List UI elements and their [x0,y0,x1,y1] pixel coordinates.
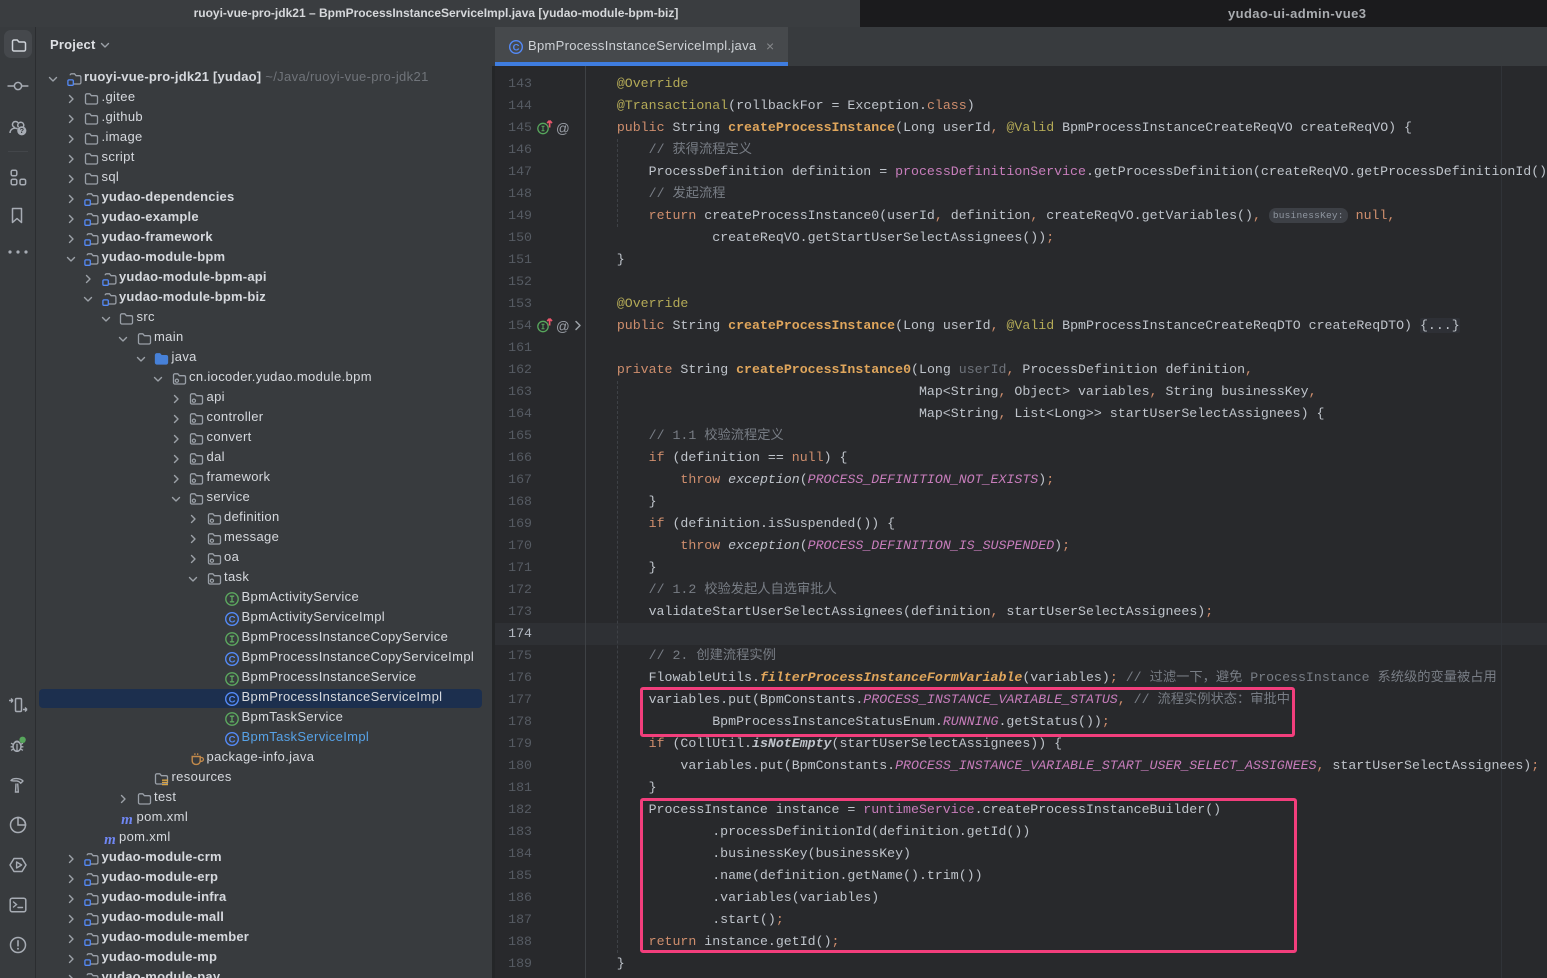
svg-text:C: C [229,694,236,705]
svg-text:C: C [229,654,236,665]
svg-text:m: m [104,832,116,847]
svg-text:?: ? [20,126,25,135]
svg-text:C: C [229,734,236,745]
svg-text:@: @ [556,319,570,334]
svg-text:C: C [513,42,520,53]
svg-text:C: C [229,614,236,625]
svg-text:m: m [121,812,133,827]
svg-text:@: @ [556,121,570,136]
